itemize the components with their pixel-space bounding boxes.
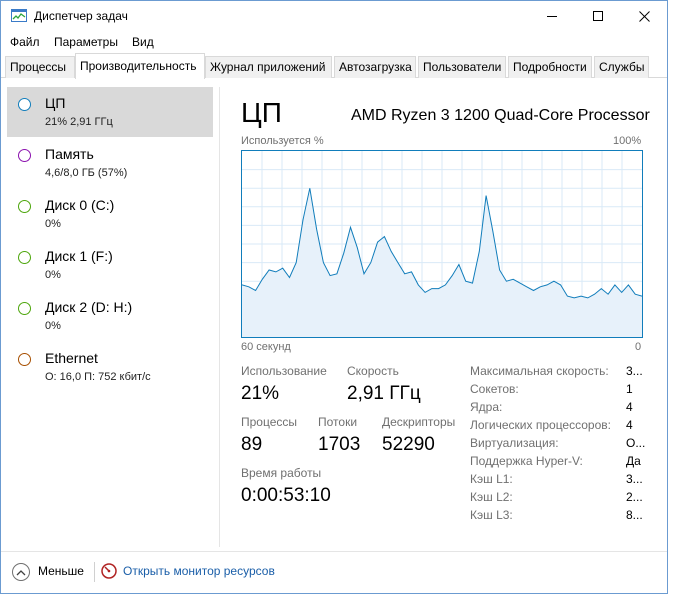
speed-label: Скорость <box>347 364 399 378</box>
processes-value: 89 <box>241 434 263 455</box>
resource-disk-0[interactable]: Диск 0 (C:) 0% <box>7 189 213 239</box>
disk-circle-icon <box>18 200 31 213</box>
tab-app-history[interactable]: Журнал приложений <box>205 56 332 78</box>
usage-value: 21% <box>241 383 280 404</box>
detail-key: Логических процессоров: <box>470 418 611 432</box>
chevron-up-icon[interactable] <box>12 563 30 581</box>
tab-services[interactable]: Службы <box>594 56 649 78</box>
tab-details[interactable]: Подробности <box>508 56 592 78</box>
task-manager-window: Диспетчер задач Файл Параметры Вид Проце… <box>0 0 668 594</box>
resource-name: Диск 2 (D: H:) <box>45 299 133 315</box>
detail-value: Да <box>626 454 641 468</box>
maximize-icon <box>593 11 603 21</box>
memory-circle-icon <box>18 149 31 162</box>
close-icon <box>638 10 650 22</box>
fewer-details-button[interactable]: Меньше <box>38 564 84 578</box>
handles-label: Дескрипторы <box>382 415 456 429</box>
detail-value: 8... <box>626 508 643 522</box>
detail-value: 2... <box>626 490 643 504</box>
minimize-button[interactable] <box>529 1 575 31</box>
panel-divider <box>219 87 220 547</box>
title-bar: Диспетчер задач <box>1 1 667 31</box>
threads-label: Потоки <box>318 415 358 429</box>
detail-key: Кэш L2: <box>470 490 513 504</box>
window-title: Диспетчер задач <box>34 9 128 23</box>
graph-label-zero: 0 <box>635 341 642 353</box>
menu-bar: Файл Параметры Вид <box>1 32 667 52</box>
resource-detail: О: 16,0 П: 752 кбит/с <box>45 371 151 383</box>
processes-label: Процессы <box>241 415 298 429</box>
tab-users[interactable]: Пользователи <box>418 56 506 78</box>
speed-value: 2,91 ГГц <box>347 383 421 404</box>
graph-label-max: 100% <box>613 135 642 147</box>
separator <box>94 562 95 582</box>
resource-detail: 0% <box>45 269 61 281</box>
detail-value: 1 <box>626 382 633 396</box>
tab-bar: Процессы Производительность Журнал прило… <box>1 53 667 79</box>
cpu-usage-graph <box>241 150 643 338</box>
resource-detail: 21% 2,91 ГГц <box>45 116 113 128</box>
menu-options[interactable]: Параметры <box>54 35 118 49</box>
detail-key: Максимальная скорость: <box>470 364 609 378</box>
detail-key: Кэш L3: <box>470 508 513 522</box>
minimize-icon <box>547 16 557 17</box>
resource-detail: 4,6/8,0 ГБ (57%) <box>45 167 128 179</box>
detail-value: 4 <box>626 418 633 432</box>
uptime-label: Время работы <box>241 466 322 480</box>
menu-file[interactable]: Файл <box>10 35 40 49</box>
resource-detail: 0% <box>45 320 61 332</box>
graph-label-time: 60 секунд <box>241 341 291 353</box>
task-manager-icon <box>11 9 27 22</box>
tab-startup[interactable]: Автозагрузка <box>334 56 416 78</box>
cpu-usage-chart <box>242 151 642 337</box>
open-resource-monitor-link[interactable]: Открыть монитор ресурсов <box>123 564 275 578</box>
detail-value: 3... <box>626 364 643 378</box>
resource-name: Диск 0 (C:) <box>45 197 115 213</box>
menu-view[interactable]: Вид <box>132 35 154 49</box>
resource-name: ЦП <box>45 95 66 111</box>
detail-value: 4 <box>626 400 633 414</box>
uptime-value: 0:00:53:10 <box>241 485 331 506</box>
processor-name: AMD Ryzen 3 1200 Quad-Core Processor <box>351 107 650 124</box>
usage-label: Использование <box>241 364 327 378</box>
close-button[interactable] <box>621 1 667 31</box>
resource-name: Диск 1 (F:) <box>45 248 113 264</box>
resource-memory[interactable]: Память 4,6/8,0 ГБ (57%) <box>7 138 213 188</box>
page-title: ЦП <box>241 97 282 128</box>
detail-key: Виртуализация: <box>470 436 559 450</box>
handles-value: 52290 <box>382 434 435 455</box>
resource-monitor-icon <box>101 563 117 579</box>
disk-circle-icon <box>18 251 31 264</box>
resource-name: Память <box>45 146 94 162</box>
resource-disk-1[interactable]: Диск 1 (F:) 0% <box>7 240 213 290</box>
detail-value: 3... <box>626 472 643 486</box>
detail-key: Сокетов: <box>470 382 519 396</box>
maximize-button[interactable] <box>575 1 621 31</box>
ethernet-circle-icon <box>18 353 31 366</box>
resource-ethernet[interactable]: Ethernet О: 16,0 П: 752 кбит/с <box>7 342 213 392</box>
bottom-bar: Меньше Открыть монитор ресурсов <box>1 551 667 593</box>
detail-key: Поддержка Hyper-V: <box>470 454 583 468</box>
resource-cpu[interactable]: ЦП 21% 2,91 ГГц <box>7 87 213 137</box>
detail-value: О... <box>626 436 646 450</box>
cpu-circle-icon <box>18 98 31 111</box>
resource-disk-2[interactable]: Диск 2 (D: H:) 0% <box>7 291 213 341</box>
resource-list: ЦП 21% 2,91 ГГц Память 4,6/8,0 ГБ (57%) … <box>7 87 213 547</box>
resource-name: Ethernet <box>45 350 98 366</box>
threads-value: 1703 <box>318 434 361 455</box>
resource-detail: 0% <box>45 218 61 230</box>
graph-label-usage: Используется % <box>241 135 324 147</box>
tab-processes[interactable]: Процессы <box>5 56 75 78</box>
tab-performance[interactable]: Производительность <box>75 53 205 79</box>
detail-key: Ядра: <box>470 400 503 414</box>
detail-key: Кэш L1: <box>470 472 513 486</box>
disk-circle-icon <box>18 302 31 315</box>
